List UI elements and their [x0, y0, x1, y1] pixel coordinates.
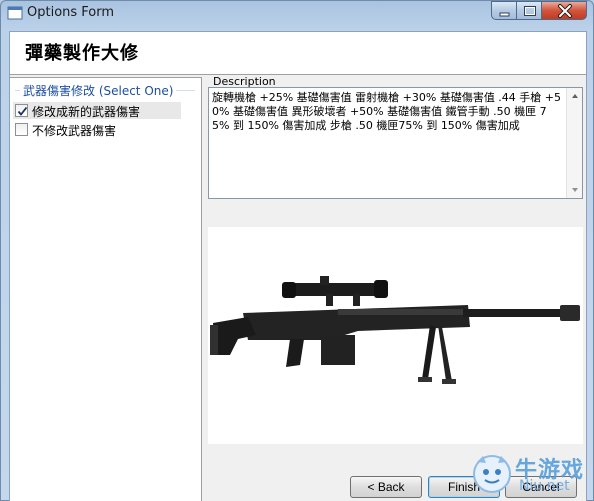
- option-keep-damage[interactable]: 不修改武器傷害: [13, 121, 181, 138]
- sniper-rifle-image: [208, 227, 583, 444]
- site-watermark-logo: 牛游戏 Niu.net: [467, 448, 587, 501]
- form-icon: [7, 5, 23, 21]
- form-client-area: 彈藥製作大修 武器傷害修改 (Select One) 修改成新的武器傷害 不修改…: [9, 31, 587, 501]
- options-form-window: Options Form 彈藥製作大修 武器傷害修改 (Select One): [0, 0, 594, 501]
- maximize-button[interactable]: [516, 1, 542, 20]
- description-scrollbar[interactable]: [566, 88, 582, 198]
- minimize-button[interactable]: [491, 1, 517, 20]
- option-label: 不修改武器傷害: [32, 124, 117, 138]
- title-bar[interactable]: Options Form: [1, 1, 593, 25]
- close-icon: [558, 4, 572, 18]
- close-button[interactable]: [541, 1, 587, 20]
- description-textbox[interactable]: 旋轉機槍 +25% 基礎傷害值 雷射機槍 +30% 基礎傷害值 .44 手槍 +…: [208, 87, 583, 199]
- page-title: 彈藥製作大修: [25, 43, 139, 64]
- minimize-icon: [499, 12, 510, 17]
- description-text: 旋轉機槍 +25% 基礎傷害值 雷射機槍 +30% 基礎傷害值 .44 手槍 +…: [212, 91, 562, 132]
- options-panel: 武器傷害修改 (Select One) 修改成新的武器傷害 不修改武器傷害: [10, 77, 202, 501]
- scroll-down-icon[interactable]: [567, 182, 583, 198]
- checkbox-keep-damage[interactable]: [15, 123, 28, 136]
- window-title: Options Form: [27, 5, 115, 20]
- scroll-up-icon[interactable]: [567, 88, 583, 104]
- checkbox-modify-damage[interactable]: [15, 104, 28, 117]
- description-panel: Description 旋轉機槍 +25% 基礎傷害值 雷射機槍 +30% 基礎…: [204, 75, 586, 450]
- group-caption: 武器傷害修改 (Select One): [20, 82, 177, 99]
- option-modify-damage[interactable]: 修改成新的武器傷害: [13, 102, 181, 119]
- maximize-icon: [524, 6, 536, 16]
- option-label: 修改成新的武器傷害: [32, 105, 141, 119]
- header-panel: 彈藥製作大修: [10, 32, 586, 75]
- checkmark-icon: [17, 106, 28, 116]
- back-button[interactable]: < Back: [350, 476, 422, 498]
- watermark-text-en: Niu.net: [519, 478, 570, 494]
